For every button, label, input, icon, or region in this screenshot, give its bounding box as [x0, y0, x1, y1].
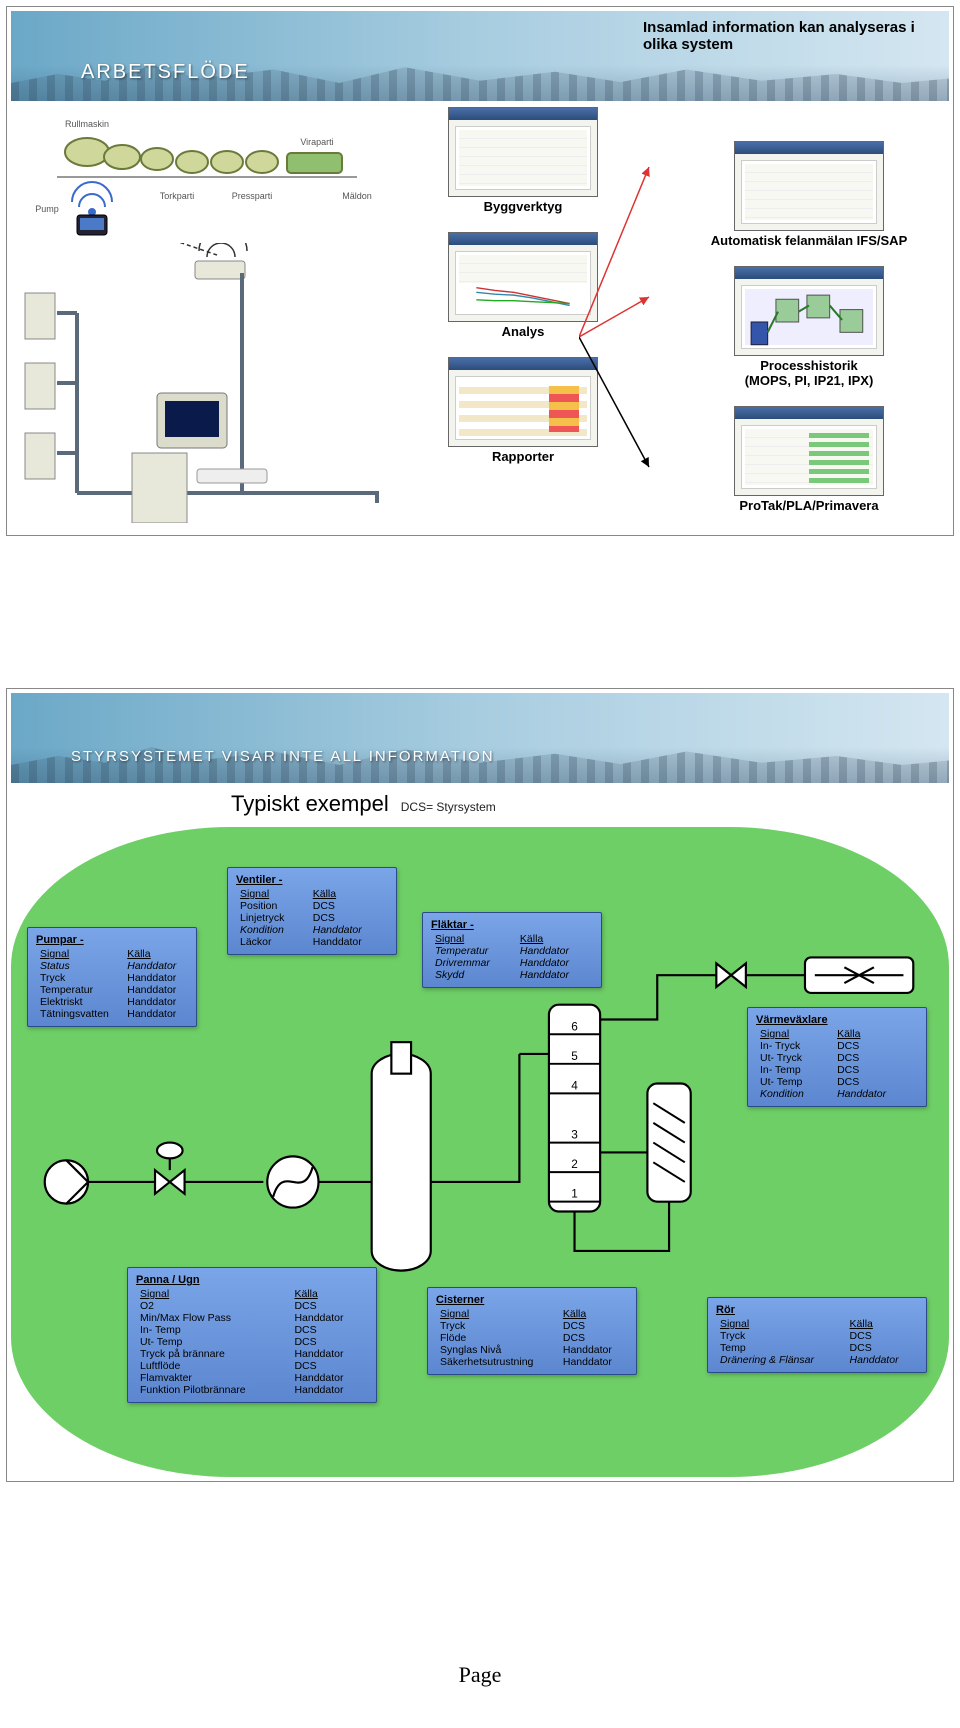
example-subtitle: DCS= Styrsystem	[401, 800, 496, 814]
label-rullmaskin: Rullmaskin	[65, 119, 109, 129]
svg-text:Torkparti: Torkparti	[160, 191, 195, 201]
server-icon	[25, 293, 55, 479]
process-hist-label: Processhistorik (MOPS, PI, IP21, IPX)	[649, 358, 960, 388]
tagbox-panna: Panna / Ugn SignalKällaO2DCSMin/Max Flow…	[127, 1267, 377, 1403]
banner-bottom: Styrsystemet visar inte all information	[11, 693, 949, 783]
banner-bottom-title: Styrsystemet visar inte all information	[71, 748, 495, 765]
svg-text:Viraparti: Viraparti	[300, 137, 333, 147]
svg-text:Pump: Pump	[35, 204, 59, 214]
byggverktyg-thumb	[448, 107, 598, 197]
tagbox-ror: Rör SignalKällaTryckDCSTempDCSDränering …	[707, 1297, 927, 1373]
protak-label: ProTak/PLA/Primavera	[649, 498, 960, 513]
svg-text:4: 4	[571, 1078, 578, 1092]
tagbox-varmevaxlare: Värmeväxlare SignalKällaIn- TryckDCSUt- …	[747, 1007, 927, 1107]
svg-text:3: 3	[571, 1128, 578, 1142]
tagbox-flaktar: Fläktar - SignalKällaTemperaturHanddator…	[422, 912, 602, 988]
svg-text:2: 2	[571, 1157, 578, 1171]
page-footer: Page	[0, 1662, 960, 1688]
top-info-text: Insamlad information kan analyseras i ol…	[643, 19, 923, 53]
svg-text:6: 6	[571, 1019, 578, 1033]
tagbox-cisterner: Cisterner SignalKällaTryckDCSFlödeDCSSyn…	[427, 1287, 637, 1375]
workflow-panel: Arbetsflöde Insamlad information kan ana…	[6, 6, 954, 536]
svg-text:Pressparti: Pressparti	[232, 191, 273, 201]
pid-diagram: 6 5 4 3 2 1	[11, 827, 949, 1477]
network-drawing	[17, 243, 397, 523]
dcs-panel: Styrsystemet visar inte all information …	[6, 688, 954, 1482]
protak-thumb	[734, 406, 884, 496]
paper-mill-drawing: Rullmaskin Torkparti Pressparti Virapart…	[17, 107, 397, 237]
ifs-block: Automatisk felanmälan IFS/SAP	[649, 141, 960, 260]
tagbox-ventiler: Ventiler - SignalKällaPositionDCSLinjetr…	[227, 867, 397, 955]
banner-top-title: Arbetsflöde	[81, 61, 250, 84]
analys-thumb	[448, 232, 598, 322]
workstation-icon	[132, 393, 267, 523]
svg-text:Mäldon: Mäldon	[342, 191, 372, 201]
workflow-grid: Rullmaskin Torkparti Pressparti Virapart…	[11, 101, 949, 531]
example-title: Typiskt exempel	[231, 791, 389, 817]
arrows-icon	[579, 147, 659, 527]
ifs-thumb	[734, 141, 884, 231]
protak-block: ProTak/PLA/Primavera	[649, 406, 960, 525]
tagbox-pumpar: Pumpar - SignalKällaStatusHanddatorTryck…	[27, 927, 197, 1027]
process-hist-thumb	[734, 266, 884, 356]
ifs-label: Automatisk felanmälan IFS/SAP	[649, 233, 960, 248]
svg-text:1: 1	[571, 1187, 578, 1201]
tagbox-title: Pumpar -	[36, 934, 188, 946]
process-hist-block: Processhistorik (MOPS, PI, IP21, IPX)	[649, 266, 960, 400]
svg-text:5: 5	[571, 1049, 578, 1063]
rapporter-thumb	[448, 357, 598, 447]
